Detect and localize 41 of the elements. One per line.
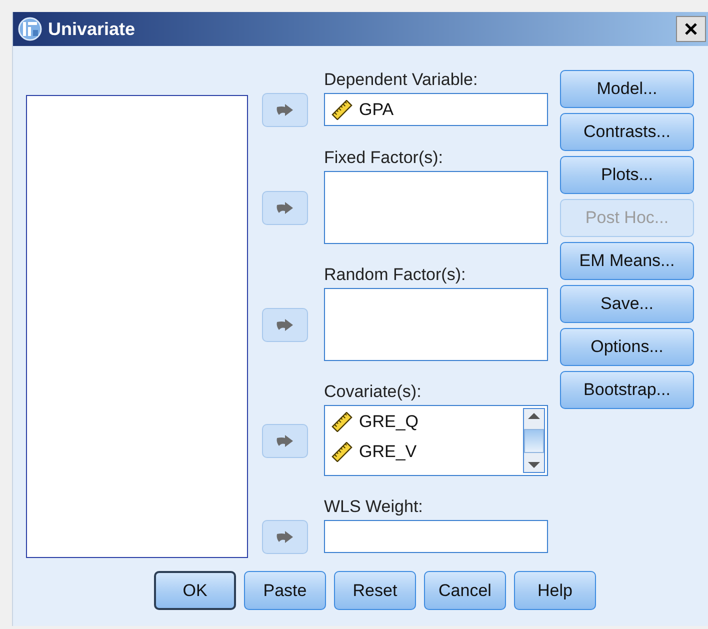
arrow-icon bbox=[276, 200, 294, 214]
dialog-button[interactable]: Paste bbox=[244, 571, 326, 610]
target-list[interactable] bbox=[324, 171, 548, 244]
field-label: Fixed Factor(s): bbox=[324, 148, 444, 168]
close-button[interactable] bbox=[676, 16, 706, 42]
scroll-thumb[interactable] bbox=[524, 428, 544, 452]
dialog-button[interactable]: Options... bbox=[560, 328, 694, 366]
move-button[interactable] bbox=[262, 93, 308, 127]
dialog-button[interactable]: Contrasts... bbox=[560, 113, 694, 151]
dialog-button[interactable]: Bootstrap... bbox=[560, 371, 694, 409]
arrow-icon bbox=[276, 103, 294, 117]
close-icon bbox=[684, 22, 698, 36]
scrollbar[interactable] bbox=[523, 408, 545, 473]
arrow-icon bbox=[276, 434, 294, 448]
dialog-button[interactable]: Model... bbox=[560, 70, 694, 108]
target-list[interactable]: GPA bbox=[324, 93, 548, 126]
dialog-button[interactable]: Plots... bbox=[560, 156, 694, 194]
field-label: Dependent Variable: bbox=[324, 70, 479, 90]
field-label: Covariate(s): bbox=[324, 382, 422, 402]
variable-name: GRE_V bbox=[359, 442, 417, 462]
move-button[interactable] bbox=[262, 424, 308, 458]
dialog-button[interactable]: Help bbox=[514, 571, 596, 610]
field-label: WLS Weight: bbox=[324, 497, 424, 517]
move-button[interactable] bbox=[262, 308, 308, 342]
target-list[interactable] bbox=[324, 288, 548, 361]
move-button[interactable] bbox=[262, 190, 308, 224]
window-title: Univariate bbox=[48, 18, 136, 40]
variable-name: GPA bbox=[359, 100, 394, 120]
target-list[interactable]: GRE_Q GRE_V bbox=[324, 405, 548, 476]
field-label: Random Factor(s): bbox=[324, 265, 467, 285]
dialog-button[interactable]: EM Means... bbox=[560, 242, 694, 280]
dialog-button[interactable]: Cancel bbox=[424, 571, 506, 610]
dialog-button[interactable]: Reset bbox=[334, 571, 416, 610]
app-icon bbox=[18, 17, 42, 41]
arrow-icon bbox=[276, 530, 294, 544]
move-button[interactable] bbox=[262, 520, 308, 554]
target-list[interactable] bbox=[324, 520, 548, 553]
arrow-icon bbox=[276, 318, 294, 332]
variable-name: GRE_Q bbox=[359, 412, 419, 432]
dialog-button[interactable]: OK bbox=[154, 571, 236, 610]
dialog-button[interactable]: Save... bbox=[560, 285, 694, 323]
